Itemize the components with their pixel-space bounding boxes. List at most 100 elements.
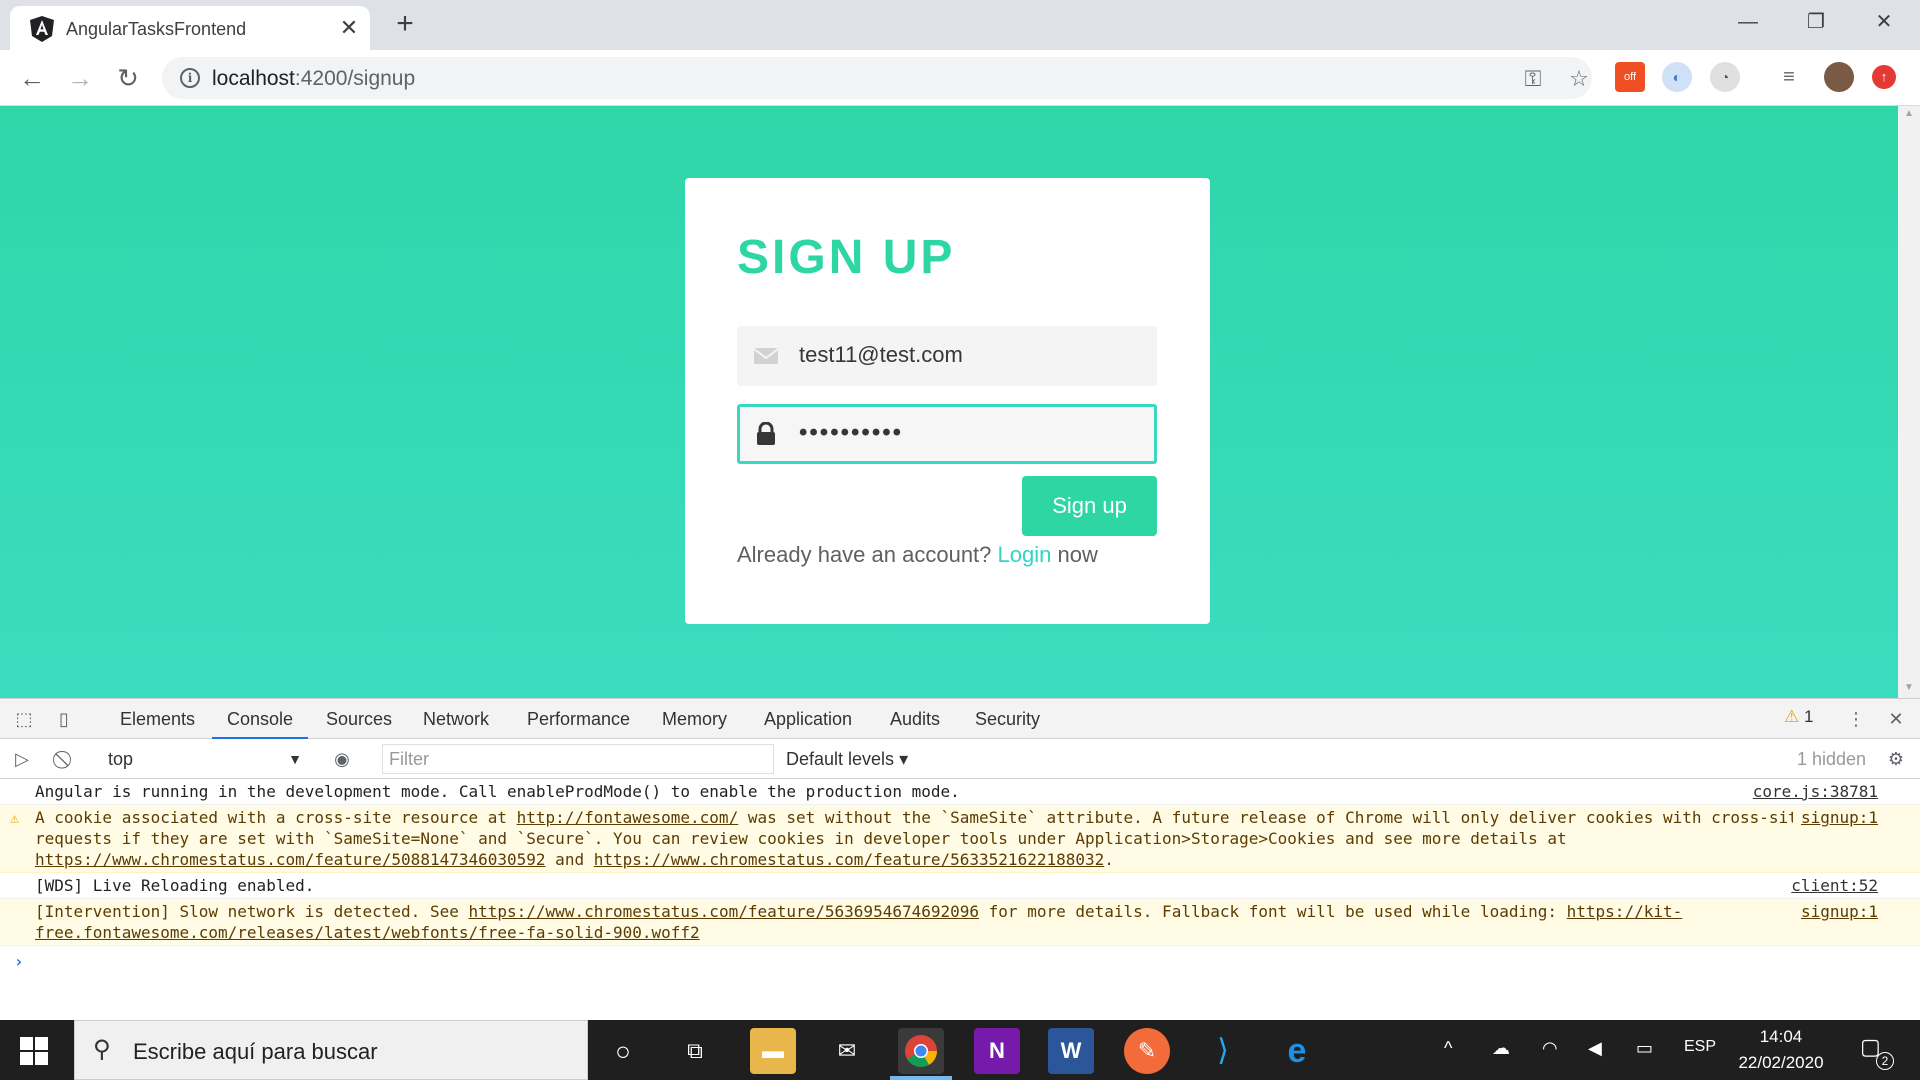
message-link[interactable]: https://www.chromestatus.com/feature/563… bbox=[468, 902, 979, 921]
sidebar-toggle-icon[interactable]: ▷ bbox=[10, 747, 34, 771]
message-source-link[interactable]: signup:1 bbox=[1792, 901, 1878, 922]
tab-title: AngularTasksFrontend bbox=[66, 19, 247, 39]
vscode-icon[interactable]: ⟩ bbox=[1200, 1028, 1246, 1074]
message-source-link[interactable]: signup:1 bbox=[1792, 807, 1878, 828]
password-field[interactable]: •••••••••• bbox=[737, 404, 1157, 464]
taskbar-clock[interactable]: 14:04 22/02/2020 bbox=[1726, 1024, 1836, 1076]
close-devtools-icon[interactable]: ✕ bbox=[1884, 707, 1908, 731]
tab-close-icon[interactable]: ✕ bbox=[336, 15, 362, 41]
key-icon[interactable]: ⚿ bbox=[1520, 66, 1546, 92]
word-icon[interactable]: W bbox=[1048, 1028, 1094, 1074]
console-toolbar: ▷ ⃠ top▼ ◉ Filter Default levels ▾ 1 hid… bbox=[0, 739, 1920, 779]
page-title: SIGN UP bbox=[737, 231, 956, 284]
console-prompt[interactable]: › bbox=[0, 946, 1920, 971]
message-link[interactable]: https://www.chromestatus.com/feature/563… bbox=[594, 850, 1105, 869]
extension-off-icon[interactable]: off bbox=[1615, 62, 1645, 92]
filter-input[interactable]: Filter bbox=[382, 744, 774, 774]
new-tab-button[interactable]: + bbox=[390, 9, 420, 40]
console-warning: ⚠ A cookie associated with a cross-site … bbox=[0, 805, 1920, 873]
cortana-icon[interactable]: ○ bbox=[600, 1028, 646, 1074]
signup-card: SIGN UP test11@test.com •••••••••• Sign … bbox=[685, 178, 1210, 624]
site-info-icon[interactable]: i bbox=[180, 68, 200, 88]
warning-counter[interactable]: ⚠ 1 bbox=[1784, 707, 1813, 727]
password-value[interactable]: •••••••••• bbox=[799, 419, 903, 447]
console-message: Angular is running in the development mo… bbox=[0, 779, 1920, 805]
profile-avatar[interactable] bbox=[1824, 62, 1854, 92]
reload-button[interactable]: ↻ bbox=[108, 58, 148, 98]
live-expression-eye-icon[interactable]: ◉ bbox=[330, 747, 354, 771]
tab-audits[interactable]: Audits bbox=[890, 699, 940, 739]
signup-button[interactable]: Sign up bbox=[1022, 476, 1157, 536]
notification-count-badge: 2 bbox=[1876, 1052, 1894, 1070]
message-link[interactable]: http://fontawesome.com/ bbox=[517, 808, 739, 827]
address-bar[interactable]: i localhost:4200/signup ⚿ ☆ bbox=[162, 57, 1592, 99]
task-view-icon[interactable]: ⧉ bbox=[672, 1028, 718, 1074]
angular-icon bbox=[30, 16, 54, 42]
page-viewport: SIGN UP test11@test.com •••••••••• Sign … bbox=[0, 106, 1898, 698]
tab-console[interactable]: Console bbox=[212, 699, 309, 739]
edge-icon[interactable]: e bbox=[1274, 1028, 1320, 1074]
login-prompt: Already have an account? Login now bbox=[737, 542, 1098, 567]
inspect-element-icon[interactable]: ⬚ bbox=[12, 707, 36, 731]
device-toolbar-icon[interactable]: ▯ bbox=[52, 707, 76, 731]
volume-icon[interactable]: ◀ bbox=[1588, 1038, 1602, 1059]
hidden-count: 1 hidden bbox=[1797, 749, 1867, 769]
onedrive-icon[interactable]: ☁ bbox=[1492, 1038, 1510, 1059]
login-link[interactable]: Login bbox=[998, 542, 1052, 567]
dropdown-icon: ▼ bbox=[288, 751, 302, 767]
log-levels-dropdown[interactable]: Default levels ▾ bbox=[786, 745, 908, 773]
devtools-panel: ⬚ ▯ Elements Console Sources Network Per… bbox=[0, 698, 1920, 1020]
console-warning: [Intervention] Slow network is detected.… bbox=[0, 899, 1920, 946]
message-source-link[interactable]: core.js:38781 bbox=[1745, 781, 1878, 802]
context-select[interactable]: top ▼ bbox=[100, 745, 308, 773]
chrome-icon[interactable] bbox=[898, 1028, 944, 1074]
restore-button[interactable]: ❐ bbox=[1786, 6, 1846, 38]
tab-performance[interactable]: Performance bbox=[527, 699, 630, 739]
email-value[interactable]: test11@test.com bbox=[799, 342, 963, 368]
search-placeholder: Escribe aquí para buscar bbox=[133, 1039, 378, 1064]
tab-application[interactable]: Application bbox=[764, 699, 852, 739]
email-field[interactable]: test11@test.com bbox=[737, 326, 1157, 386]
scroll-down-icon[interactable]: ▼ bbox=[1904, 682, 1914, 693]
battery-icon[interactable]: ▭ bbox=[1636, 1038, 1653, 1059]
wifi-icon[interactable]: ◠ bbox=[1542, 1038, 1558, 1059]
url-text[interactable]: localhost:4200/signup bbox=[212, 67, 415, 91]
envelope-icon bbox=[753, 348, 779, 364]
console-settings-gear-icon[interactable]: ⚙ bbox=[1884, 747, 1908, 771]
extension-timer-icon[interactable]: ◔ bbox=[1710, 62, 1740, 92]
windows-start-icon[interactable] bbox=[20, 1037, 48, 1065]
scroll-up-icon[interactable]: ▲ bbox=[1904, 108, 1914, 119]
browser-tab[interactable]: AngularTasksFrontend ✕ bbox=[10, 6, 370, 50]
page-scrollbar[interactable]: ▲ ▼ bbox=[1898, 106, 1920, 698]
language-indicator[interactable]: ESP bbox=[1684, 1038, 1716, 1056]
taskbar-search-box[interactable]: ⚲ Escribe aquí para buscar bbox=[74, 1020, 588, 1080]
warning-icon: ⚠ bbox=[10, 809, 20, 827]
warning-icon: ⚠ bbox=[1784, 707, 1800, 726]
tab-elements[interactable]: Elements bbox=[120, 699, 195, 739]
bookmark-star-icon[interactable]: ☆ bbox=[1566, 66, 1592, 92]
more-options-icon[interactable]: ⋮ bbox=[1844, 707, 1868, 731]
tab-sources[interactable]: Sources bbox=[326, 699, 392, 739]
devtools-tab-bar: ⬚ ▯ Elements Console Sources Network Per… bbox=[0, 699, 1920, 739]
clear-console-icon[interactable]: ⃠ bbox=[54, 747, 78, 771]
tab-memory[interactable]: Memory bbox=[662, 699, 727, 739]
console-output: Angular is running in the development mo… bbox=[0, 779, 1920, 1021]
message-link[interactable]: https://www.chromestatus.com/feature/508… bbox=[35, 850, 546, 869]
message-source-link[interactable]: client:52 bbox=[1783, 875, 1878, 896]
extension-circle-icon[interactable]: ◐ bbox=[1662, 62, 1692, 92]
close-window-button[interactable]: ✕ bbox=[1854, 6, 1914, 38]
file-explorer-icon[interactable]: ▬ bbox=[750, 1028, 796, 1074]
onenote-icon[interactable]: N bbox=[974, 1028, 1020, 1074]
tab-network[interactable]: Network bbox=[423, 699, 489, 739]
media-control-icon[interactable]: ≡ bbox=[1774, 62, 1804, 92]
active-app-indicator bbox=[890, 1076, 952, 1080]
update-icon[interactable]: ↑ bbox=[1872, 65, 1896, 89]
postman-icon[interactable]: ✎ bbox=[1124, 1028, 1170, 1074]
minimize-button[interactable]: — bbox=[1718, 6, 1778, 38]
forward-button[interactable]: → bbox=[60, 58, 100, 98]
windows-taskbar: ⚲ Escribe aquí para buscar ○ ⧉ ▬ ✉ N W ✎… bbox=[0, 1020, 1920, 1080]
back-button[interactable]: ← bbox=[12, 58, 52, 98]
mail-icon[interactable]: ✉ bbox=[824, 1028, 870, 1074]
tab-security[interactable]: Security bbox=[975, 699, 1040, 739]
show-hidden-icons-icon[interactable]: ^ bbox=[1444, 1038, 1452, 1059]
